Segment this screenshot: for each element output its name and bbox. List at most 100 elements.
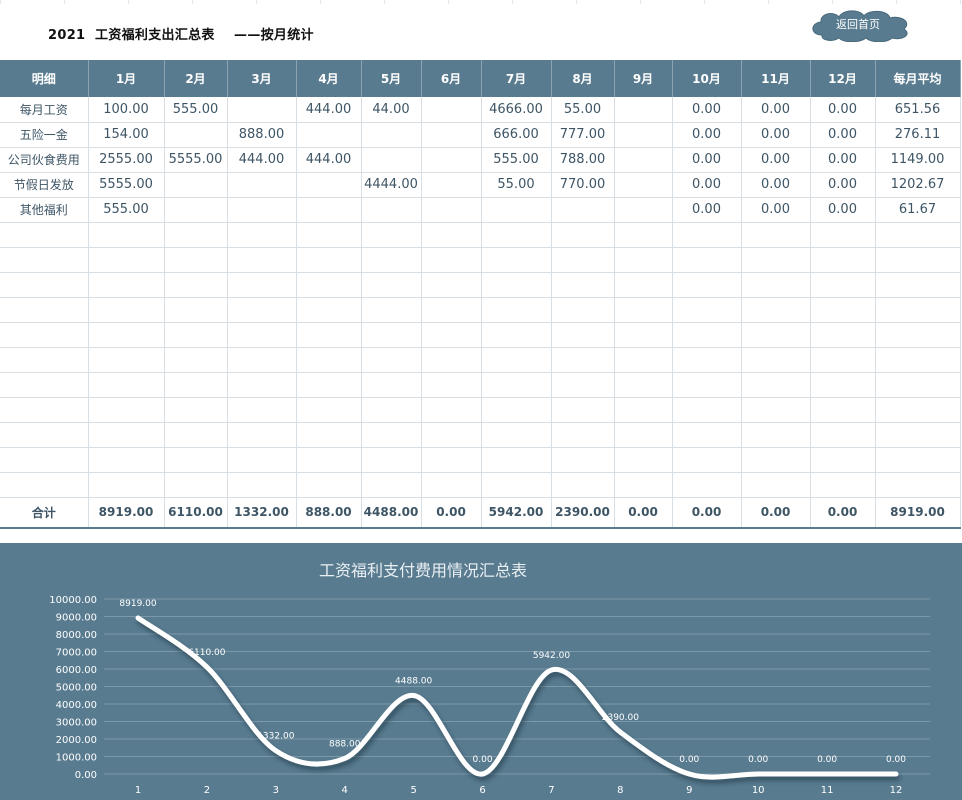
- table-cell[interactable]: 770.00: [551, 172, 615, 198]
- table-cell[interactable]: [296, 122, 362, 148]
- table-cell[interactable]: [421, 397, 482, 423]
- table-cell[interactable]: [164, 297, 228, 323]
- table-cell[interactable]: [551, 372, 615, 398]
- total-cell[interactable]: 0.00: [810, 496, 876, 529]
- table-cell[interactable]: [551, 472, 615, 498]
- table-cell[interactable]: [551, 447, 615, 473]
- table-cell[interactable]: [361, 247, 422, 273]
- total-cell[interactable]: 0.00: [672, 496, 742, 529]
- column-header[interactable]: 9月: [614, 60, 673, 97]
- table-cell[interactable]: [741, 222, 811, 248]
- table-cell[interactable]: [296, 272, 362, 298]
- table-cell[interactable]: [875, 222, 961, 248]
- table-cell[interactable]: [875, 247, 961, 273]
- row-label-cell[interactable]: [0, 372, 89, 398]
- table-cell[interactable]: [164, 372, 228, 398]
- table-cell[interactable]: 444.00: [296, 97, 362, 123]
- table-cell[interactable]: [421, 147, 482, 173]
- table-cell[interactable]: [164, 222, 228, 248]
- table-cell[interactable]: [672, 322, 742, 348]
- table-cell[interactable]: [741, 247, 811, 273]
- table-cell[interactable]: [227, 347, 297, 373]
- table-cell[interactable]: [810, 397, 876, 423]
- table-cell[interactable]: [296, 222, 362, 248]
- table-cell[interactable]: [421, 197, 482, 223]
- table-cell[interactable]: 0.00: [810, 97, 876, 123]
- table-cell[interactable]: 444.00: [227, 147, 297, 173]
- table-cell[interactable]: [672, 447, 742, 473]
- table-cell[interactable]: [88, 472, 165, 498]
- table-cell[interactable]: 0.00: [741, 197, 811, 223]
- table-cell[interactable]: [227, 422, 297, 448]
- table-cell[interactable]: [227, 297, 297, 323]
- table-cell[interactable]: [88, 297, 165, 323]
- table-cell[interactable]: 0.00: [672, 197, 742, 223]
- total-cell[interactable]: 888.00: [296, 496, 362, 529]
- table-cell[interactable]: [88, 397, 165, 423]
- table-cell[interactable]: [227, 222, 297, 248]
- table-cell[interactable]: 0.00: [810, 172, 876, 198]
- table-cell[interactable]: [296, 447, 362, 473]
- table-cell[interactable]: [741, 297, 811, 323]
- table-cell[interactable]: [421, 97, 482, 123]
- table-cell[interactable]: 0.00: [672, 172, 742, 198]
- table-cell[interactable]: [741, 472, 811, 498]
- table-cell[interactable]: [875, 447, 961, 473]
- table-cell[interactable]: [875, 472, 961, 498]
- total-cell[interactable]: 5942.00: [481, 496, 552, 529]
- table-cell[interactable]: [481, 197, 552, 223]
- table-cell[interactable]: [875, 297, 961, 323]
- table-cell[interactable]: [296, 197, 362, 223]
- table-cell[interactable]: [875, 272, 961, 298]
- table-cell[interactable]: 276.11: [875, 122, 961, 148]
- table-cell[interactable]: [875, 422, 961, 448]
- table-cell[interactable]: [875, 372, 961, 398]
- table-cell[interactable]: [810, 372, 876, 398]
- table-cell[interactable]: 44.00: [361, 97, 422, 123]
- table-cell[interactable]: [88, 247, 165, 273]
- total-cell[interactable]: 8919.00: [875, 496, 961, 529]
- column-header[interactable]: 4月: [296, 60, 362, 97]
- table-cell[interactable]: [421, 247, 482, 273]
- table-cell[interactable]: [810, 247, 876, 273]
- column-header[interactable]: 10月: [672, 60, 742, 97]
- table-cell[interactable]: [614, 272, 673, 298]
- table-cell[interactable]: [361, 347, 422, 373]
- table-cell[interactable]: [164, 272, 228, 298]
- table-cell[interactable]: [551, 272, 615, 298]
- row-label-cell[interactable]: 五险一金: [0, 122, 89, 148]
- table-cell[interactable]: [227, 472, 297, 498]
- table-cell[interactable]: [672, 372, 742, 398]
- table-cell[interactable]: [672, 422, 742, 448]
- table-cell[interactable]: [481, 297, 552, 323]
- table-cell[interactable]: [361, 222, 422, 248]
- table-cell[interactable]: [164, 247, 228, 273]
- table-cell[interactable]: [421, 422, 482, 448]
- row-label-cell[interactable]: [0, 297, 89, 323]
- table-cell[interactable]: [164, 322, 228, 348]
- table-cell[interactable]: [88, 347, 165, 373]
- row-label-cell[interactable]: [0, 272, 89, 298]
- column-header[interactable]: 1月: [88, 60, 165, 97]
- table-cell[interactable]: [227, 322, 297, 348]
- table-cell[interactable]: 888.00: [227, 122, 297, 148]
- table-cell[interactable]: [551, 247, 615, 273]
- table-cell[interactable]: [361, 197, 422, 223]
- total-cell[interactable]: 8919.00: [88, 496, 165, 529]
- table-cell[interactable]: [672, 472, 742, 498]
- table-cell[interactable]: [421, 447, 482, 473]
- total-cell[interactable]: 1332.00: [227, 496, 297, 529]
- table-cell[interactable]: [361, 372, 422, 398]
- table-cell[interactable]: [672, 272, 742, 298]
- table-cell[interactable]: [481, 347, 552, 373]
- column-header[interactable]: 3月: [227, 60, 297, 97]
- table-cell[interactable]: [421, 372, 482, 398]
- table-cell[interactable]: [614, 97, 673, 123]
- table-cell[interactable]: [614, 147, 673, 173]
- table-cell[interactable]: [421, 272, 482, 298]
- table-cell[interactable]: [614, 372, 673, 398]
- table-cell[interactable]: [741, 322, 811, 348]
- table-cell[interactable]: [227, 272, 297, 298]
- table-cell[interactable]: 0.00: [741, 97, 811, 123]
- table-cell[interactable]: [361, 397, 422, 423]
